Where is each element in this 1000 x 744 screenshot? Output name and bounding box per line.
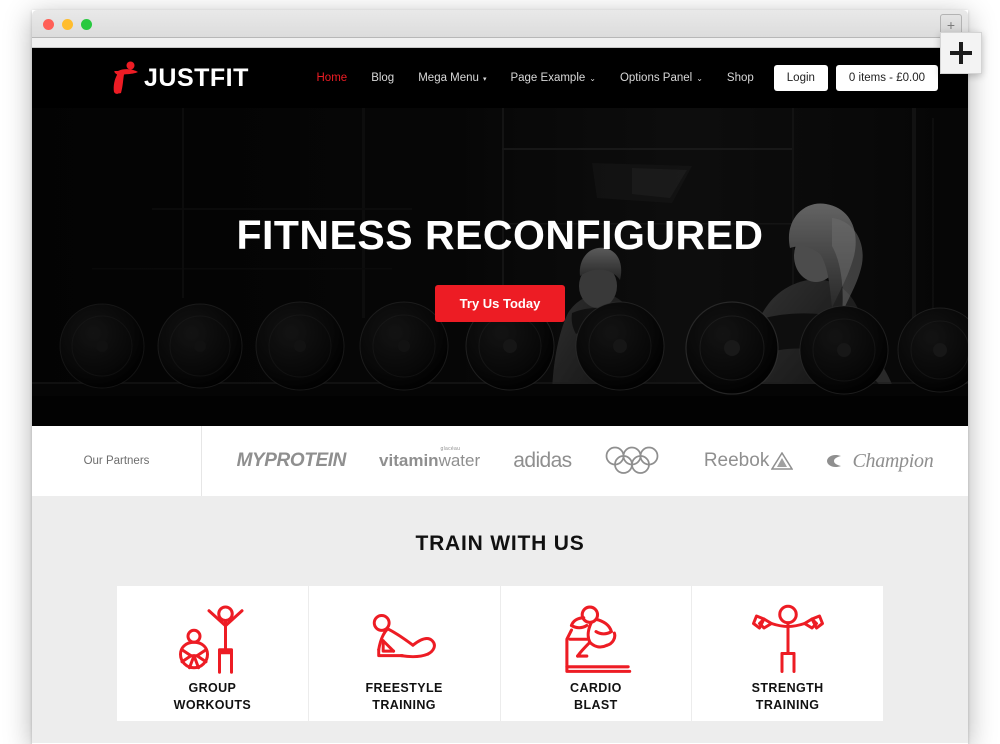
login-button[interactable]: Login — [773, 65, 828, 91]
train-cards: GROUP WORKOUTS FREESTYLE TRAINING CARDIO… — [117, 586, 883, 721]
main-navigation: Home Blog Mega Menu ▾ Page Example ⌄ Opt… — [305, 65, 938, 91]
card-label: STRENGTH TRAINING — [752, 680, 824, 714]
partners-bar: Our Partners MYPROTEIN vitamin water glac… — [32, 426, 968, 496]
site-logo[interactable]: JUSTFIT — [112, 61, 249, 95]
nav-item-shop[interactable]: Shop — [715, 72, 766, 84]
chevron-down-icon: ▾ — [482, 75, 487, 83]
traffic-lights — [43, 19, 92, 30]
partner-logo-adidas[interactable]: adidas — [513, 449, 572, 473]
site-header: JUSTFIT Home Blog Mega Menu ▾ Page Examp… — [32, 48, 968, 108]
logo-text: JUSTFIT — [144, 63, 249, 92]
card-label-line1: CARDIO — [570, 681, 622, 695]
partners-logos: MYPROTEIN vitamin water glacéau adidas R… — [202, 426, 968, 496]
hero-cta-button[interactable]: Try Us Today — [434, 285, 566, 322]
card-strength-training[interactable]: STRENGTH TRAINING — [692, 586, 883, 721]
partners-label: Our Partners — [32, 426, 202, 496]
cardio-blast-icon — [556, 600, 636, 680]
plus-icon: + — [946, 16, 956, 33]
nav-item-mega-menu[interactable]: Mega Menu ▾ — [406, 72, 498, 84]
plus-icon — [950, 42, 972, 64]
card-label-line2: TRAINING — [372, 697, 436, 712]
section-title: TRAIN WITH US — [415, 532, 585, 555]
card-label-line2: TRAINING — [755, 697, 820, 712]
minimize-window-button[interactable] — [62, 19, 73, 30]
reebok-text: Reebok — [703, 450, 770, 471]
train-with-us-section: TRAIN WITH US GROUP WORKOUTS FREESTYLE T… — [32, 496, 968, 743]
nav-label: Options Panel — [619, 72, 693, 84]
chevron-down-icon: ⌄ — [696, 74, 703, 83]
partner-logo-olympics[interactable] — [605, 446, 671, 476]
cart-button[interactable]: 0 items - £0.00 — [835, 65, 938, 91]
nav-item-page-example[interactable]: Page Example ⌄ — [498, 72, 608, 84]
card-label: FREESTYLE TRAINING — [366, 680, 443, 714]
card-label: CARDIO BLAST — [570, 680, 622, 714]
partner-logo-vitaminwater[interactable]: vitamin water glacéau — [379, 446, 481, 471]
nav-item-home[interactable]: Home — [305, 72, 360, 84]
nav-label: Shop — [726, 72, 754, 84]
browser-window: + JUSTFIT Home Blog Mega Menu ▾ Page Exa… — [32, 10, 982, 744]
browser-toolbar — [32, 38, 968, 48]
reebok-delta-icon — [771, 452, 794, 470]
card-group-workouts[interactable]: GROUP WORKOUTS — [117, 586, 309, 721]
hero-section: FITNESS RECONFIGURED Try Us Today — [32, 108, 968, 426]
nav-item-options-panel[interactable]: Options Panel ⌄ — [608, 72, 715, 84]
justfit-runner-icon — [113, 61, 138, 94]
nav-label: Page Example — [510, 72, 586, 84]
card-label-line2: WORKOUTS — [173, 697, 252, 712]
card-cardio-blast[interactable]: CARDIO BLAST — [500, 586, 693, 721]
olympic-rings-icon — [605, 446, 659, 474]
partner-logo-reebok[interactable]: Reebok — [704, 450, 794, 472]
vitaminwater-thin-text: water — [438, 451, 481, 470]
chevron-down-icon: ⌄ — [589, 74, 596, 83]
partner-logo-champion[interactable]: Champion — [826, 449, 934, 473]
page-viewport: JUSTFIT Home Blog Mega Menu ▾ Page Examp… — [32, 48, 968, 743]
hero-title: FITNESS RECONFIGURED — [236, 212, 764, 258]
vitaminwater-bold-text: vitamin — [379, 451, 439, 470]
nav-label: Mega Menu — [418, 72, 479, 84]
close-window-button[interactable] — [43, 19, 54, 30]
champion-text: Champion — [852, 449, 934, 472]
card-label: GROUP WORKOUTS — [174, 680, 252, 714]
freestyle-training-icon — [365, 600, 443, 680]
card-label-line1: GROUP — [188, 681, 237, 695]
floating-add-button[interactable] — [940, 32, 982, 74]
strength-training-icon — [749, 600, 827, 680]
nav-label: Blog — [371, 72, 395, 84]
card-label-line1: FREESTYLE — [365, 681, 443, 695]
card-label-line2: BLAST — [574, 697, 618, 712]
champion-c-icon — [827, 454, 842, 468]
nav-label: Home — [316, 72, 348, 84]
hero-content: FITNESS RECONFIGURED Try Us Today — [32, 108, 968, 426]
partner-logo-myprotein[interactable]: MYPROTEIN — [237, 450, 347, 472]
card-freestyle-training[interactable]: FREESTYLE TRAINING — [308, 586, 501, 721]
group-workouts-icon — [173, 600, 251, 680]
vitaminwater-superscript: glacéau — [440, 446, 461, 452]
maximize-window-button[interactable] — [81, 19, 92, 30]
nav-item-blog[interactable]: Blog — [359, 72, 406, 84]
browser-titlebar: + — [32, 10, 968, 38]
card-label-line1: STRENGTH — [751, 681, 824, 695]
